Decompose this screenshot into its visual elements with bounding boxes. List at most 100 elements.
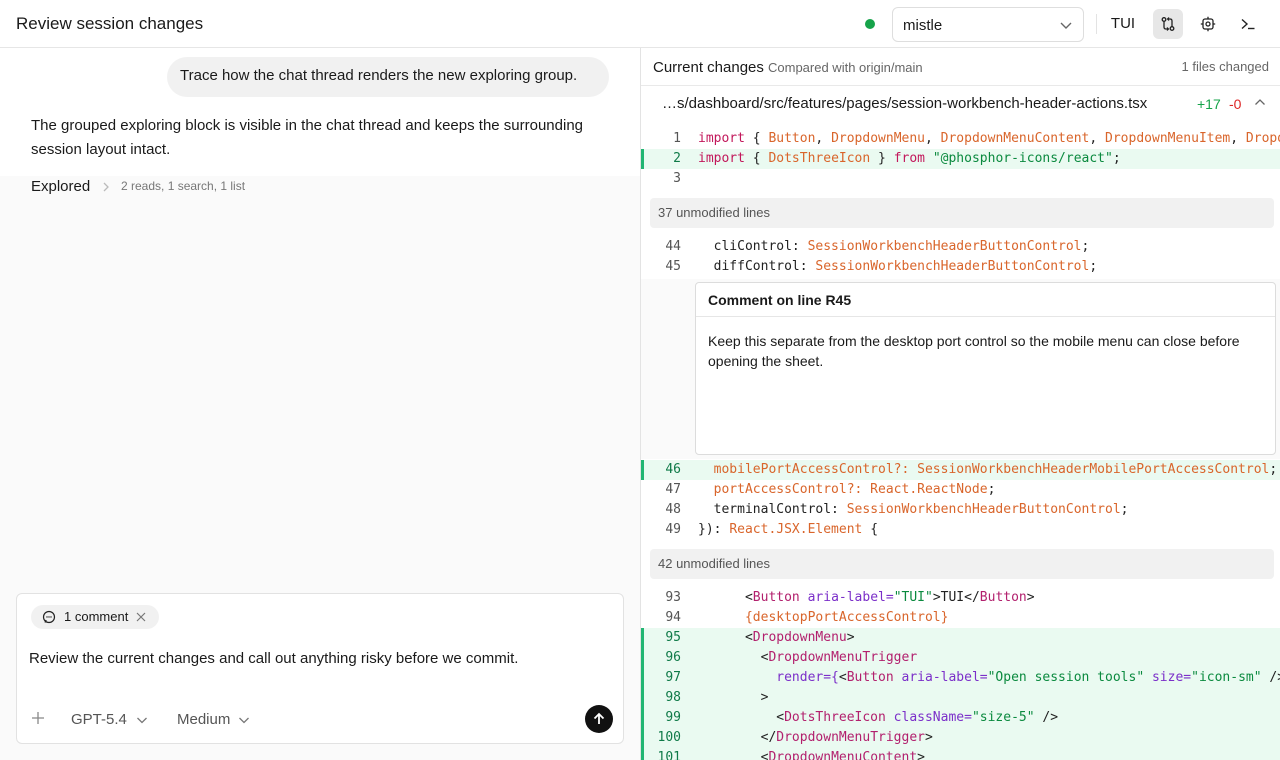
status-indicator [865,19,875,29]
diff-subtitle: Compared with origin/main [768,60,923,75]
file-path: …s/dashboard/src/features/pages/session-… [662,95,1148,112]
chevron-up-icon[interactable] [1254,97,1266,107]
line-number: 48 [665,502,681,517]
page-title: Review session changes [16,14,204,33]
diff-toggle-button[interactable] [1153,9,1183,39]
comment-title: Comment on line R45 [708,292,852,308]
line-number: 101 [657,750,681,760]
unmodified-lines-button[interactable]: 42 unmodified lines [650,549,1274,579]
composer: 1 comment Review the current changes and… [16,593,624,744]
line-content: render={<Button aria-label="Open session… [698,670,1280,685]
line-number: 1 [673,131,681,146]
code-line[interactable]: 93 <Button aria-label="TUI">TUI</Button> [641,588,1280,608]
added-code-line[interactable]: 99 <DotsThreeIcon className="size-5" /> [641,708,1280,728]
line-number: 45 [665,259,681,274]
inline-comment: Comment on line R45 Keep this separate f… [695,282,1276,455]
line-content: cliControl: SessionWorkbenchHeaderButton… [698,239,1090,254]
assistant-message: The grouped exploring block is visible i… [31,117,584,158]
line-number: 47 [665,482,681,497]
plus-icon[interactable] [31,711,45,725]
line-content: portAccessControl?: React.ReactNode; [698,482,996,497]
chat-thread: Trace how the chat thread renders the ne… [0,48,640,176]
line-number: 97 [665,670,681,685]
line-number: 95 [665,630,681,645]
chevron-down-icon [137,717,147,724]
line-number: 49 [665,522,681,537]
added-code-line[interactable]: 97 render={<Button aria-label="Open sess… [641,668,1280,688]
chat-pane: Trace how the chat thread renders the ne… [0,48,640,760]
diff-header: Current changes Compared with origin/mai… [641,48,1280,86]
added-code-line[interactable]: 101 <DropdownMenuContent> [641,748,1280,760]
close-icon[interactable] [135,611,147,623]
chevron-right-icon [103,182,109,192]
line-content: <DropdownMenuContent> [698,750,925,760]
comment-body: Keep this separate from the desktop port… [708,333,1240,369]
diff-title: Current changes [653,59,764,76]
model-select[interactable]: GPT-5.4 [71,711,127,728]
diff-pane: Current changes Compared with origin/mai… [640,48,1280,760]
app-header: Review session changes mistle TUI [0,0,1280,48]
send-button[interactable] [585,705,613,733]
added-code-line[interactable]: 98 > [641,688,1280,708]
settings-button[interactable] [1193,9,1223,39]
comment-icon [42,610,56,624]
line-number: 46 [665,462,681,477]
added-code-line[interactable]: 46 mobilePortAccessControl?: SessionWork… [641,460,1280,480]
code-line[interactable]: 47 portAccessControl?: React.ReactNode; [641,480,1280,500]
tui-button[interactable]: TUI [1107,8,1139,40]
arrow-up-icon [593,712,605,724]
line-number: 98 [665,690,681,705]
code-line[interactable]: 3 [641,169,1280,189]
files-changed-count: 1 files changed [1181,59,1269,74]
user-message-text: Trace how the chat thread renders the ne… [180,67,578,84]
added-code-line[interactable]: 100 </DropdownMenuTrigger> [641,728,1280,748]
header-divider [1096,14,1097,34]
comment-header: Comment on line R45 [696,283,1275,317]
file-header[interactable]: …s/dashboard/src/features/pages/session-… [641,87,1280,121]
project-select[interactable]: mistle [892,7,1084,42]
code-line[interactable]: 94 {desktopPortAccessControl} [641,608,1280,628]
line-content: import { Button, DropdownMenu, DropdownM… [698,131,1280,146]
code-line[interactable]: 49 }): React.JSX.Element { [641,520,1280,540]
unmodified-lines-button[interactable]: 37 unmodified lines [650,198,1274,228]
line-content: mobilePortAccessControl?: SessionWorkben… [698,462,1278,477]
line-content: {desktopPortAccessControl} [698,610,949,625]
settings-icon [1200,16,1216,32]
line-number: 96 [665,650,681,665]
deletions-count: -0 [1229,96,1242,112]
comment-chip-label: 1 comment [64,609,129,624]
line-number: 93 [665,590,681,605]
line-number: 100 [657,730,681,745]
line-content: terminalControl: SessionWorkbenchHeaderB… [698,502,1129,517]
code-line[interactable]: 45 diffControl: SessionWorkbenchHeaderBu… [641,257,1280,277]
line-number: 2 [673,151,681,166]
line-content: <DotsThreeIcon className="size-5" /> [698,710,1059,725]
line-content: </DropdownMenuTrigger> [698,730,933,745]
line-content: import { DotsThreeIcon } from "@phosphor… [698,151,1121,166]
project-select-value: mistle [903,17,943,34]
comment-chip[interactable]: 1 comment [31,605,159,629]
chevron-down-icon [1060,22,1072,29]
unmodified-lines-label: 37 unmodified lines [658,205,771,220]
line-number: 44 [665,239,681,254]
added-code-line[interactable]: 95 <DropdownMenu> [641,628,1280,648]
line-content: }): React.JSX.Element { [698,522,879,537]
prompt-input[interactable]: Review the current changes and call out … [29,650,518,667]
line-number: 99 [665,710,681,725]
effort-select[interactable]: Medium [177,711,230,728]
code-line[interactable]: 44 cliControl: SessionWorkbenchHeaderBut… [641,237,1280,257]
explored-toggle[interactable]: Explored [31,178,90,195]
line-number: 94 [665,610,681,625]
terminal-icon [1241,18,1255,30]
added-code-line[interactable]: 2 import { DotsThreeIcon } from "@phospho… [641,149,1280,169]
added-code-line[interactable]: 96 <DropdownMenuTrigger [641,648,1280,668]
additions-count: +17 [1197,96,1221,112]
line-content: <DropdownMenuTrigger [698,650,918,665]
terminal-button[interactable] [1233,9,1263,39]
code-line[interactable]: 48 terminalControl: SessionWorkbenchHead… [641,500,1280,520]
code-line[interactable]: 1 import { Button, DropdownMenu, Dropdown… [641,129,1280,149]
git-compare-icon [1161,17,1175,31]
line-number: 3 [673,171,681,186]
chevron-down-icon [239,717,249,724]
user-message: Trace how the chat thread renders the ne… [167,57,609,97]
